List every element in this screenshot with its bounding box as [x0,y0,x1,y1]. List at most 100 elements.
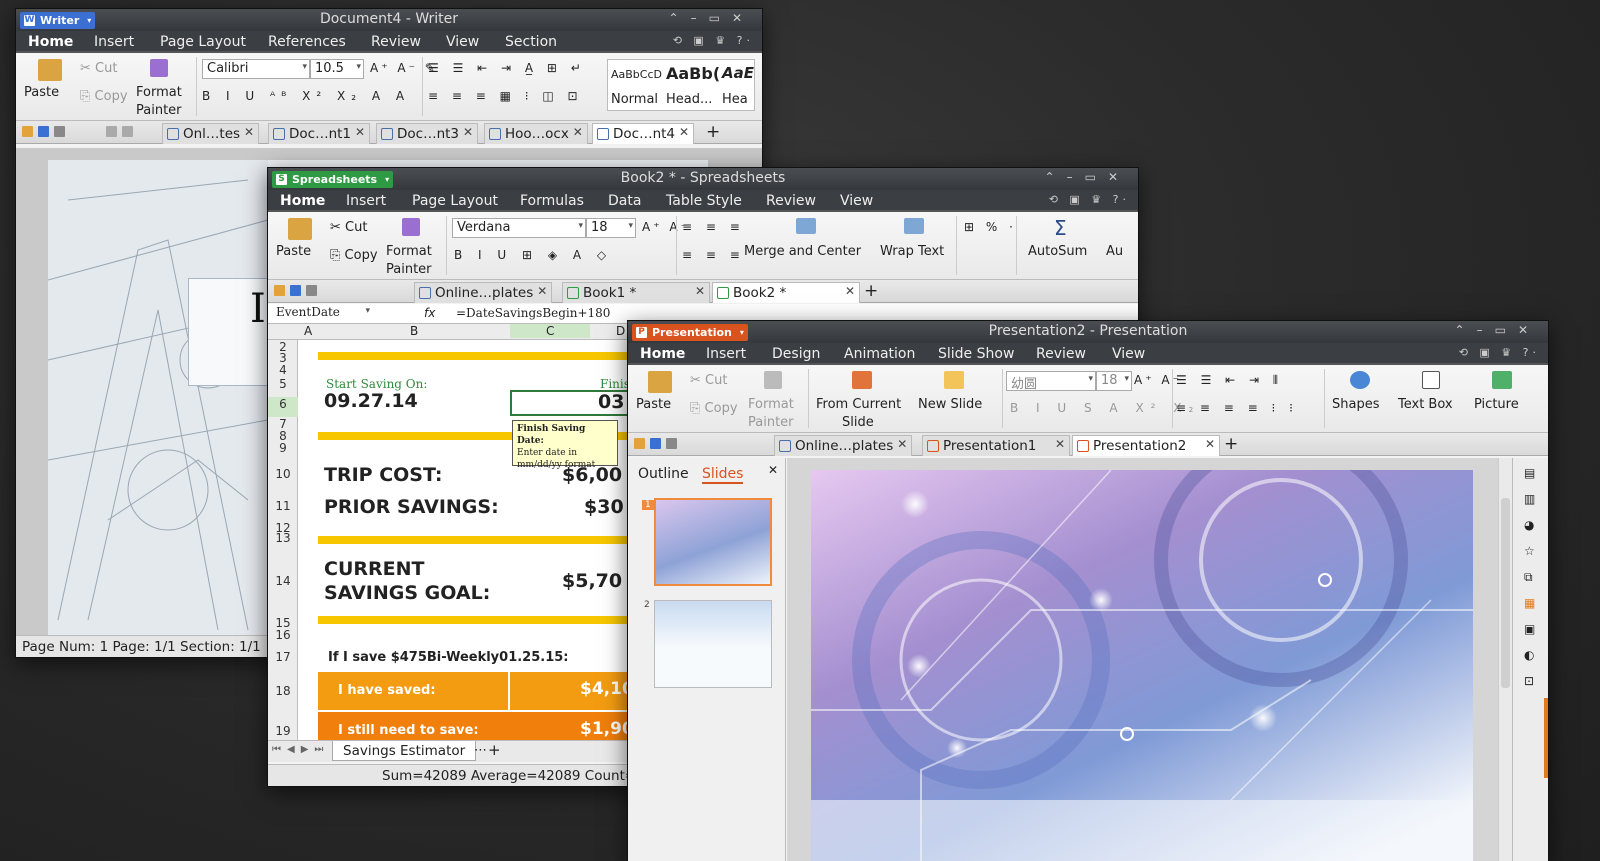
menu-home[interactable]: Home [28,34,73,50]
format-painter-label-2[interactable]: Painter [136,103,182,118]
format-painter-icon[interactable] [764,371,782,389]
row-header[interactable]: 19 [268,724,298,738]
open-icon[interactable] [634,438,645,449]
row-header[interactable]: 11 [268,499,298,513]
doc-tab-active[interactable]: Presentation2 ✕ [1072,435,1220,456]
menu-view[interactable]: View [1112,346,1145,362]
help-icons[interactable]: ⟲ ▣ ♛ ?· [673,34,754,47]
row-header[interactable]: 10 [268,467,298,481]
font-name-select[interactable]: 幼圆 [1006,371,1096,391]
menu-table-style[interactable]: Table Style [666,193,742,209]
font-size-select[interactable]: 18 [586,218,636,238]
doc-tab[interactable]: Onl…tes ✕ [162,123,260,144]
shapes-button[interactable]: Shapes [1332,397,1379,412]
font-format-icons[interactable]: B I U ⊞ ◈ A ◇ [454,248,612,262]
menu-page-layout[interactable]: Page Layout [160,34,246,50]
close-icon[interactable]: ✕ [244,125,254,139]
help-icons[interactable]: ⟲ ▣ ♛ ?· [1049,193,1130,206]
scrollbar-thumb[interactable] [1501,498,1510,688]
name-box[interactable]: EventDate [272,304,372,322]
format-painter-label-1[interactable]: Format [386,244,432,259]
row-header[interactable]: 6 [268,397,298,417]
backup-icon[interactable]: ⊡ [1524,674,1534,688]
row-header[interactable]: 13 [268,531,298,545]
menu-review[interactable]: Review [766,193,816,209]
paste-icon[interactable] [648,371,672,393]
cut-button[interactable]: ✂ Cut [690,373,727,388]
save-icon[interactable] [650,438,661,449]
open-icon[interactable] [22,126,33,137]
print-icon[interactable] [54,126,65,137]
new-slide-icon[interactable] [944,371,964,389]
row-header[interactable]: 16 [268,628,298,642]
print-icon[interactable] [666,438,677,449]
save-icon[interactable] [38,126,49,137]
format-painter-icon[interactable] [150,59,168,77]
paragraph-icons[interactable]: ☰ ☰ ⇤ ⇥ ⫴ [1176,373,1283,388]
add-sheet-button[interactable]: + [488,741,501,759]
row-header[interactable]: 9 [268,441,298,455]
shapes-panel-icon[interactable]: ◐ [1524,648,1534,662]
close-icon[interactable]: ✕ [695,284,705,298]
paste-button[interactable]: Paste [276,244,311,259]
font-format-icons[interactable]: B I U ᴬᴮ X² X₂ A A [202,89,410,103]
paste-button[interactable]: Paste [24,85,59,100]
window-controls[interactable]: ⌃–▭✕ [1455,323,1540,337]
close-icon[interactable]: ✕ [845,284,855,298]
close-icon[interactable]: ✕ [355,125,365,139]
picture-button[interactable]: Picture [1474,397,1519,412]
slide-thumbnail-2[interactable] [654,600,772,688]
menu-home[interactable]: Home [280,193,325,209]
picture-icon[interactable] [1492,371,1512,389]
col-header[interactable]: C [510,324,591,338]
properties-icon[interactable]: ▣ [1524,622,1535,636]
window-controls[interactable]: ⌃–▭✕ [1045,170,1130,184]
menu-section[interactable]: Section [505,34,557,50]
star-icon[interactable]: ☆ [1524,544,1535,558]
format-painter-label-2[interactable]: Painter [386,262,432,277]
wrap-text-icon[interactable] [904,218,924,234]
menu-references[interactable]: References [268,34,346,50]
new-tab-button[interactable]: + [706,122,720,142]
print-icon[interactable] [306,285,317,296]
animation-icon[interactable]: ▦ [1524,596,1535,610]
menu-data[interactable]: Data [608,193,641,209]
menu-formulas[interactable]: Formulas [520,193,584,209]
new-tab-button[interactable]: + [864,281,878,301]
tab-slides[interactable]: Slides [702,466,744,484]
font-size-select[interactable]: 10.5 [310,59,364,79]
row-header[interactable]: 18 [268,684,298,698]
tab-outline[interactable]: Outline [638,466,689,482]
close-icon[interactable]: ✕ [679,125,689,139]
doc-tab[interactable]: Online…plates ✕ [414,282,553,303]
menu-insert[interactable]: Insert [346,193,386,209]
cut-button[interactable]: ✂ Cut [80,61,117,76]
align-icons[interactable]: ≡ ≡ ≡ ▦ ⁝ ◫ ⊡ [428,89,583,103]
align-icons-2[interactable]: ≡ ≡ ≡ [682,248,745,262]
col-header[interactable]: D [616,324,625,338]
doc-tab[interactable]: Online…plates ✕ [774,435,913,456]
new-tab-button[interactable]: + [1224,434,1238,454]
merge-icon[interactable] [796,218,816,234]
paste-icon[interactable] [288,218,312,240]
window-controls[interactable]: ⌃–▭✕ [669,11,754,25]
align-icons[interactable]: ≡ ≡ ≡ ≡ ⁝ ⁝ [1176,401,1298,415]
new-slide-button[interactable]: New Slide [918,397,982,412]
paragraph-icons[interactable]: ☰ ☰ ⇤ ⇥ A̲ ⊞ ↵ [428,61,586,75]
close-icon[interactable]: ✕ [897,437,907,451]
font-size-select[interactable]: 18 [1096,371,1132,391]
close-icon[interactable]: ✕ [768,463,778,477]
close-icon[interactable]: ✕ [537,284,547,298]
shapes-icon[interactable] [1350,371,1370,389]
row-header[interactable]: 17 [268,650,298,664]
merge-center-button[interactable]: Merge and Center [744,244,861,259]
menu-animation[interactable]: Animation [844,346,915,362]
close-icon[interactable]: ✕ [573,125,583,139]
paste-button[interactable]: Paste [636,397,671,412]
menu-view[interactable]: View [446,34,479,50]
format-painter-label-2[interactable]: Painter [748,415,794,430]
from-current-slide-icon[interactable] [852,371,872,389]
row-header[interactable]: 5 [268,377,298,391]
close-icon[interactable]: ✕ [463,125,473,139]
slide-thumbnail-1[interactable] [654,498,772,586]
